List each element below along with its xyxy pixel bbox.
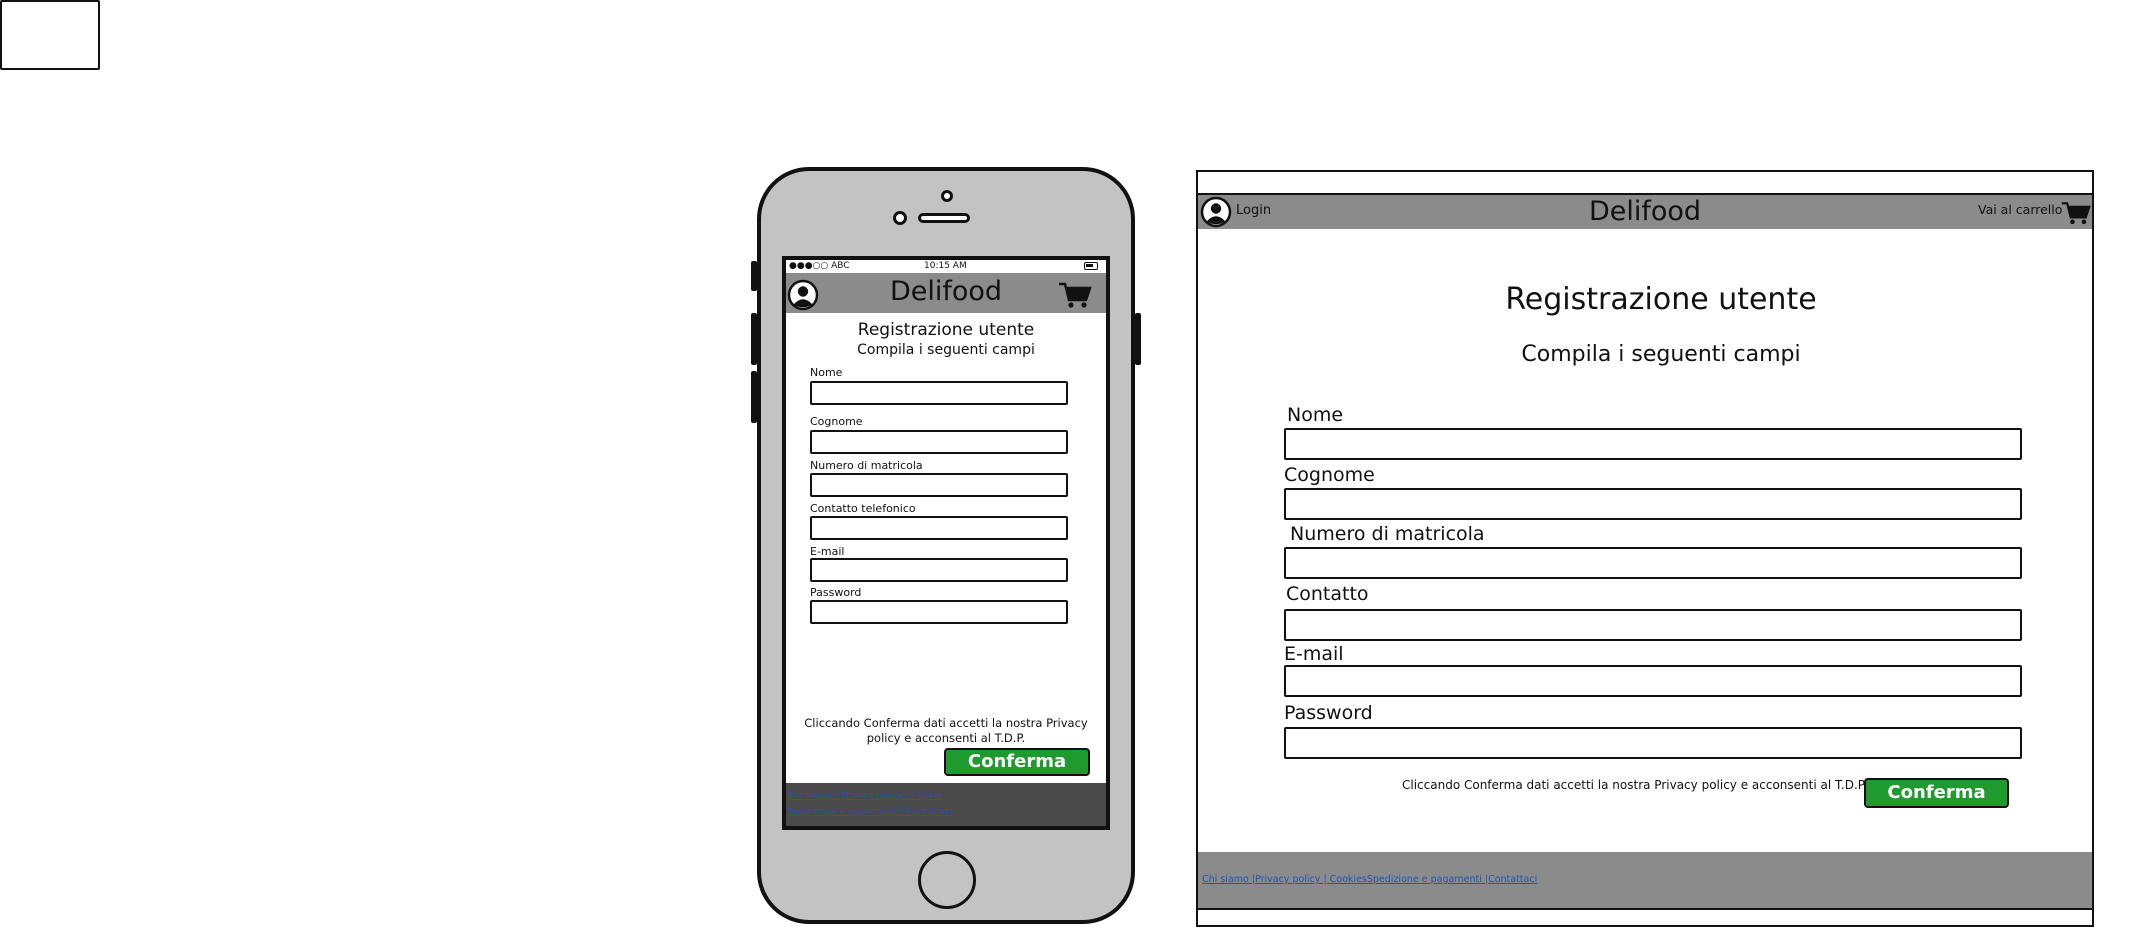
contatto-input[interactable] — [1284, 609, 2022, 641]
phone-volume-down-button — [751, 371, 757, 423]
field-label-matricola: Numero di matricola — [1290, 523, 1485, 545]
field-label-contatto: Contatto telefonico — [810, 502, 916, 515]
matricola-input[interactable] — [1284, 547, 2022, 579]
footer-links-line1[interactable]: Chi siamo | Privacy policy | Cookie — [788, 791, 942, 801]
mobile-header: Delifood — [786, 273, 1106, 313]
field-label-cognome: Cognome — [810, 415, 863, 428]
field-label-matricola: Numero di matricola — [810, 459, 923, 472]
desktop-window: Login Delifood Vai al carrello Registraz… — [1196, 170, 2094, 927]
page-subtitle: Compila i seguenti campi — [1521, 342, 1801, 367]
contatto-input[interactable] — [810, 516, 1068, 540]
consent-text: Cliccando Conferma dati accetti la nostr… — [804, 716, 1088, 745]
consent-text: Cliccando Conferma dati accetti la nostr… — [1402, 778, 1867, 792]
field-label-nome: Nome — [1287, 404, 1344, 426]
field-label-contatto: Contatto — [1286, 583, 1369, 605]
phone-power-button — [1135, 313, 1141, 365]
status-bar: ●●●○○ ABC 10:15 AM — [786, 260, 1106, 273]
desktop-footer: Chi siamo |Privacy policy | CookiesSpedi… — [1198, 852, 2092, 908]
status-time: 10:15 AM — [924, 261, 967, 271]
footer-link-privacy[interactable]: Privacy policy — [1255, 874, 1320, 885]
footer-links-line2[interactable]: Spedizione e pagamenti | Contattaci — [788, 807, 952, 817]
cognome-input[interactable] — [1284, 488, 2022, 520]
confirm-button[interactable]: Conferma dati — [944, 748, 1090, 796]
phone-frame: ●●●○○ ABC 10:15 AM Delifood Registrazion… — [751, 167, 1141, 924]
page-subtitle: Compila i seguenti campi — [857, 342, 1035, 358]
shopping-cart-icon[interactable] — [1058, 281, 1092, 309]
field-label-password: Password — [1284, 702, 1373, 724]
page-title: Registrazione utente — [857, 320, 1035, 340]
field-label-password: Password — [810, 586, 862, 599]
desktop-header: Login Delifood Vai al carrello — [1198, 195, 2092, 229]
placeholder-box — [0, 0, 100, 70]
field-label-email: E-mail — [1284, 643, 1344, 665]
confirm-button[interactable]: Conferma dati — [1864, 778, 2009, 829]
field-label-nome: Nome — [810, 366, 843, 379]
footer-separator: | — [1320, 874, 1330, 885]
cart-link[interactable]: Vai al carrello — [1978, 202, 2062, 217]
phone-volume-up-button — [751, 313, 757, 365]
phone-sensor-icon — [893, 211, 907, 225]
carrier-signal: ●●●○○ ABC — [789, 261, 850, 271]
footer-links: Chi siamo |Privacy policy | CookiesSpedi… — [1202, 874, 1537, 885]
password-input[interactable] — [1284, 727, 2022, 759]
phone-camera-icon — [941, 190, 953, 202]
shopping-cart-icon[interactable] — [2061, 199, 2091, 227]
phone-screen: ●●●○○ ABC 10:15 AM Delifood Registrazion… — [782, 256, 1110, 830]
field-label-cognome: Cognome — [1284, 464, 1375, 486]
nome-input[interactable] — [810, 381, 1068, 405]
footer-link-spedizione[interactable]: Spedizione e pagamenti — [1367, 874, 1482, 885]
footer-link-contattaci[interactable]: Contattaci — [1488, 874, 1537, 885]
email-input[interactable] — [1284, 665, 2022, 697]
app-logo[interactable]: Delifood — [1198, 195, 2092, 229]
nome-input[interactable] — [1284, 428, 2022, 460]
phone-speaker — [918, 213, 970, 223]
desktop-top-strip — [1198, 172, 2092, 195]
desktop-bottom-strip — [1198, 908, 2092, 925]
footer-link-chi-siamo[interactable]: Chi siamo — [1202, 874, 1249, 885]
email-input[interactable] — [810, 558, 1068, 582]
matricola-input[interactable] — [810, 473, 1068, 497]
phone-home-button — [918, 851, 976, 909]
field-label-email: E-mail — [810, 545, 845, 558]
password-input[interactable] — [810, 600, 1068, 624]
footer-link-cookies[interactable]: Cookies — [1330, 874, 1367, 885]
phone-side-button — [751, 261, 757, 291]
mobile-footer: Chi siamo | Privacy policy | Cookie Sped… — [786, 783, 1106, 826]
cognome-input[interactable] — [810, 430, 1068, 454]
battery-icon — [1084, 262, 1098, 270]
page-title: Registrazione utente — [1505, 282, 1817, 317]
